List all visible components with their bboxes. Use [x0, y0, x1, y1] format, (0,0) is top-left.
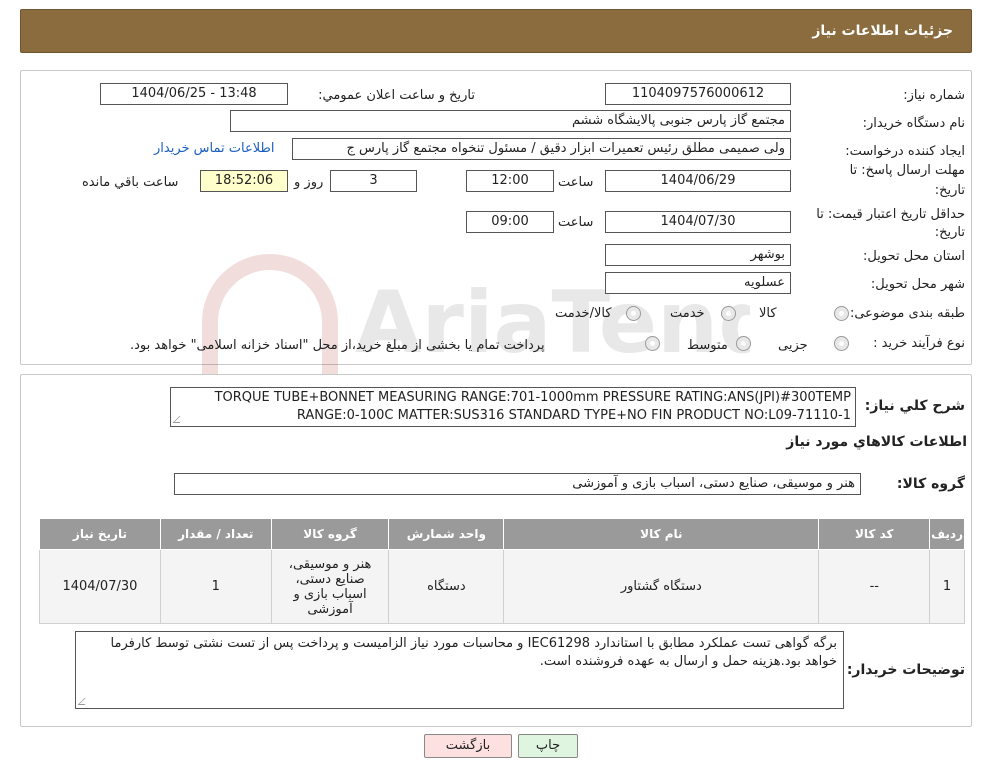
requester-label: ایجاد کننده درخواست:	[845, 144, 965, 159]
col-header-row: ردیف	[929, 518, 965, 550]
purchase-note: پرداخت تمام یا بخشی از مبلغ خرید،از محل …	[130, 338, 545, 353]
city-label: شهر محل تحویل:	[870, 277, 965, 292]
page-header: جزئیات اطلاعات نیاز	[20, 9, 972, 53]
print-button[interactable]: چاپ	[518, 734, 578, 758]
province-label: استان محل تحویل:	[863, 249, 965, 264]
summary-textarea[interactable]: TORQUE TUBE+BONNET MEASURING RANGE:701-1…	[170, 387, 856, 427]
cell-qty: 1	[159, 549, 272, 624]
announce-date-label: تاریخ و ساعت اعلان عمومي:	[318, 88, 475, 103]
col-header-date: تاریخ نیاز	[39, 518, 161, 550]
time-remaining-field: 18:52:06	[200, 170, 288, 192]
category-option-goods: کالا	[759, 306, 777, 321]
resize-grip-icon[interactable]	[77, 698, 92, 705]
purchase-radio-treasury[interactable]	[645, 336, 660, 351]
purchase-radio-partial[interactable]	[834, 336, 849, 351]
goods-info-title: اطلاعات كالاهاي مورد نياز	[786, 434, 967, 450]
buyer-org-field: مجتمع گاز پارس جنوبی پالایشگاه ششم	[230, 110, 791, 132]
cell-unit: دستگاه	[388, 549, 505, 624]
category-radio-goods-service[interactable]	[626, 306, 641, 321]
buyer-notes-textarea[interactable]: برگه گواهی تست عملکرد مطابق با استاندارد…	[75, 631, 844, 709]
requester-field: ولی صمیمی مطلق رئیس تعمیرات ابزار دقیق /…	[292, 138, 791, 160]
buyer-contact-link[interactable]: اطلاعات تماس خریدار	[154, 141, 274, 156]
validity-time-label: ساعت	[558, 215, 594, 230]
purchase-type-label: نوع فرآیند خرید :	[873, 336, 965, 351]
cell-code: --	[818, 549, 931, 624]
cell-row: 1	[929, 549, 965, 624]
days-label: روز و	[294, 175, 324, 190]
cell-group: هنر و موسیقی، صنایع دستی، اسباب بازی و آ…	[270, 549, 390, 624]
goods-table: ردیف کد کالا نام کالا واحد شمارش گروه کا…	[39, 518, 965, 624]
col-header-group: گروه کالا	[270, 518, 390, 550]
need-number-label: شماره نیاز:	[903, 88, 965, 103]
table-row: 1 -- دستگاه گشتاور دستگاه هنر و موسیقی، …	[39, 549, 965, 624]
purchase-option-medium: متوسط	[687, 338, 728, 353]
validity-date-field: 1404/07/30	[605, 211, 791, 233]
col-header-qty: تعداد / مقدار	[159, 518, 272, 550]
deadline-time-field: 12:00	[466, 170, 554, 192]
time-remaining-label: ساعت باقي مانده	[82, 175, 179, 190]
summary-line-1: TORQUE TUBE+BONNET MEASURING RANGE:701-1…	[214, 390, 851, 405]
summary-label: شرح كلي نياز:	[864, 398, 965, 414]
category-radio-service[interactable]	[721, 306, 736, 321]
cell-date: 1404/07/30	[39, 549, 161, 624]
goods-group-field: هنر و موسیقی، صنایع دستی، اسباب بازی و آ…	[174, 473, 861, 495]
page-title: جزئیات اطلاعات نیاز	[812, 23, 953, 39]
category-radio-goods[interactable]	[834, 306, 849, 321]
announce-date-field: 1404/06/25 - 13:48	[100, 83, 288, 105]
deadline-date-field: 1404/06/29	[605, 170, 791, 192]
validity-time-field: 09:00	[466, 211, 554, 233]
validity-label: حداقل تاریخ اعتبار قیمت: تا	[816, 207, 965, 222]
cell-name: دستگاه گشتاور	[503, 549, 820, 624]
table-header-row: ردیف کد کالا نام کالا واحد شمارش گروه کا…	[39, 518, 965, 550]
buyer-notes-label: توضیحات خریدار:	[846, 662, 965, 678]
purchase-option-partial: جزیی	[778, 338, 808, 353]
col-header-code: کد کالا	[818, 518, 931, 550]
validity-label-date: تاریخ:	[934, 225, 965, 240]
goods-group-label: گروه كالا:	[896, 476, 965, 492]
purchase-radio-medium[interactable]	[736, 336, 751, 351]
city-field: عسلویه	[605, 272, 791, 294]
buyer-org-label: نام دستگاه خریدار:	[862, 116, 965, 131]
deadline-time-label: ساعت	[558, 175, 594, 190]
category-option-goods-service: کالا/خدمت	[555, 306, 612, 321]
category-label: طبقه بندی موضوعی:	[849, 306, 965, 321]
buyer-notes-text: برگه گواهی تست عملکرد مطابق با استاندارد…	[110, 636, 837, 669]
col-header-unit: واحد شمارش	[388, 518, 505, 550]
province-field: بوشهر	[605, 244, 791, 266]
deadline-label-date: تاریخ:	[934, 183, 965, 198]
need-number-field: 1104097576000612	[605, 83, 791, 105]
deadline-label: مهلت ارسال پاسخ: تا	[849, 163, 965, 178]
back-button[interactable]: بازگشت	[424, 734, 512, 758]
col-header-name: نام کالا	[503, 518, 820, 550]
days-remaining-field: 3	[330, 170, 417, 192]
summary-line-2: RANGE:0-100C MATTER:SUS316 STANDARD TYPE…	[296, 408, 851, 423]
category-option-service: خدمت	[670, 306, 705, 321]
